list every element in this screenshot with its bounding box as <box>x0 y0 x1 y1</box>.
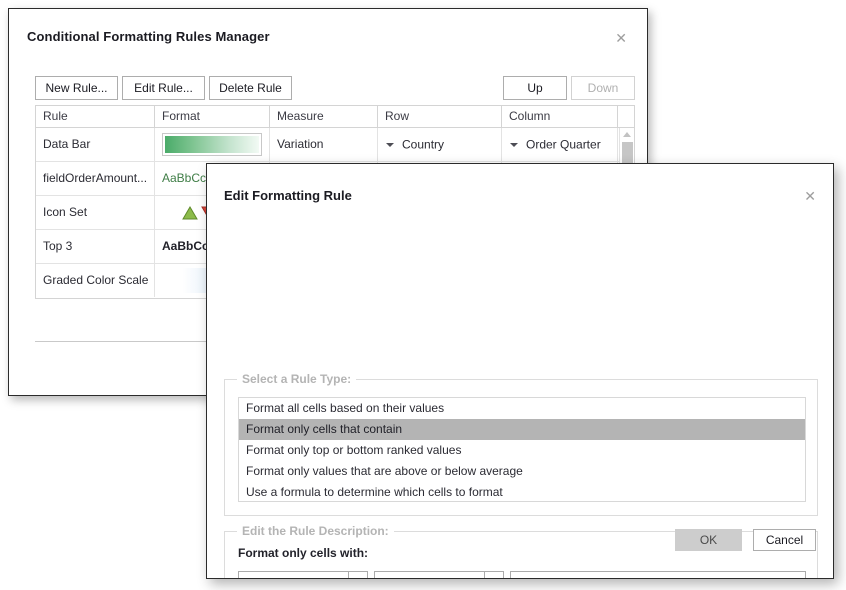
cancel-button[interactable]: Cancel <box>753 529 816 551</box>
scroll-up-icon[interactable] <box>623 132 631 137</box>
cell-row-dropdown[interactable]: Country <box>378 128 502 161</box>
chevron-down-icon <box>510 142 518 147</box>
select-rule-type-group: Select a Rule Type: Format all cells bas… <box>224 372 818 516</box>
back-window-title: Conditional Formatting Rules Manager <box>27 29 270 44</box>
cell-measure: Variation <box>270 128 378 161</box>
rule-type-option-2[interactable]: Format only top or bottom ranked values <box>239 440 805 461</box>
column-header-format[interactable]: Format <box>155 106 270 127</box>
group-legend: Select a Rule Type: <box>237 372 357 386</box>
move-rule-up-button[interactable]: Up <box>503 76 567 100</box>
cell-rule-name: fieldOrderAmount... <box>36 162 155 195</box>
column-header-rule[interactable]: Rule <box>36 106 155 127</box>
edit-formatting-rule-dialog: Edit Formatting Rule ✕ Select a Rule Typ… <box>206 163 834 579</box>
ok-button[interactable]: OK <box>675 529 742 551</box>
rule-type-listbox[interactable]: Format all cells based on their values F… <box>238 397 806 502</box>
dialog-footer: OK Cancel <box>224 518 816 578</box>
rules-grid-header: Rule Format Measure Row Column <box>36 106 634 128</box>
cell-column-dropdown[interactable]: Order Quarter <box>502 128 618 161</box>
rule-type-option-0[interactable]: Format all cells based on their values <box>239 398 805 419</box>
column-header-measure[interactable]: Measure <box>270 106 378 127</box>
table-row[interactable]: Data Bar Variation Country Order Quarter <box>36 128 634 162</box>
column-header-column[interactable]: Column <box>502 106 618 127</box>
cell-format[interactable] <box>155 128 270 161</box>
dialog-title: Edit Formatting Rule <box>224 188 352 203</box>
column-header-spacer <box>618 106 634 127</box>
rule-type-option-3[interactable]: Format only values that are above or bel… <box>239 461 805 482</box>
cell-rule-name: Top 3 <box>36 230 155 263</box>
rule-type-option-1[interactable]: Format only cells that contain <box>239 419 805 440</box>
format-preview-text: AaBbCc <box>162 171 207 185</box>
data-bar-swatch <box>162 133 262 156</box>
column-header-row[interactable]: Row <box>378 106 502 127</box>
format-preview-text: AaBbCc <box>162 239 209 253</box>
cell-rule-name: Icon Set <box>36 196 155 229</box>
move-rule-down-button[interactable]: Down <box>571 76 635 100</box>
screen: Conditional Formatting Rules Manager ✕ N… <box>0 0 846 590</box>
cell-rule-name: Data Bar <box>36 128 155 161</box>
edit-rule-button[interactable]: Edit Rule... <box>122 76 205 100</box>
chevron-down-icon <box>386 142 394 147</box>
cell-rule-name: Graded Color Scale <box>36 264 155 297</box>
delete-rule-button[interactable]: Delete Rule <box>209 76 292 100</box>
close-icon[interactable]: ✕ <box>615 31 627 45</box>
rule-type-option-4[interactable]: Use a formula to determine which cells t… <box>239 482 805 501</box>
new-rule-button[interactable]: New Rule... <box>35 76 118 100</box>
close-icon[interactable]: ✕ <box>804 189 816 203</box>
